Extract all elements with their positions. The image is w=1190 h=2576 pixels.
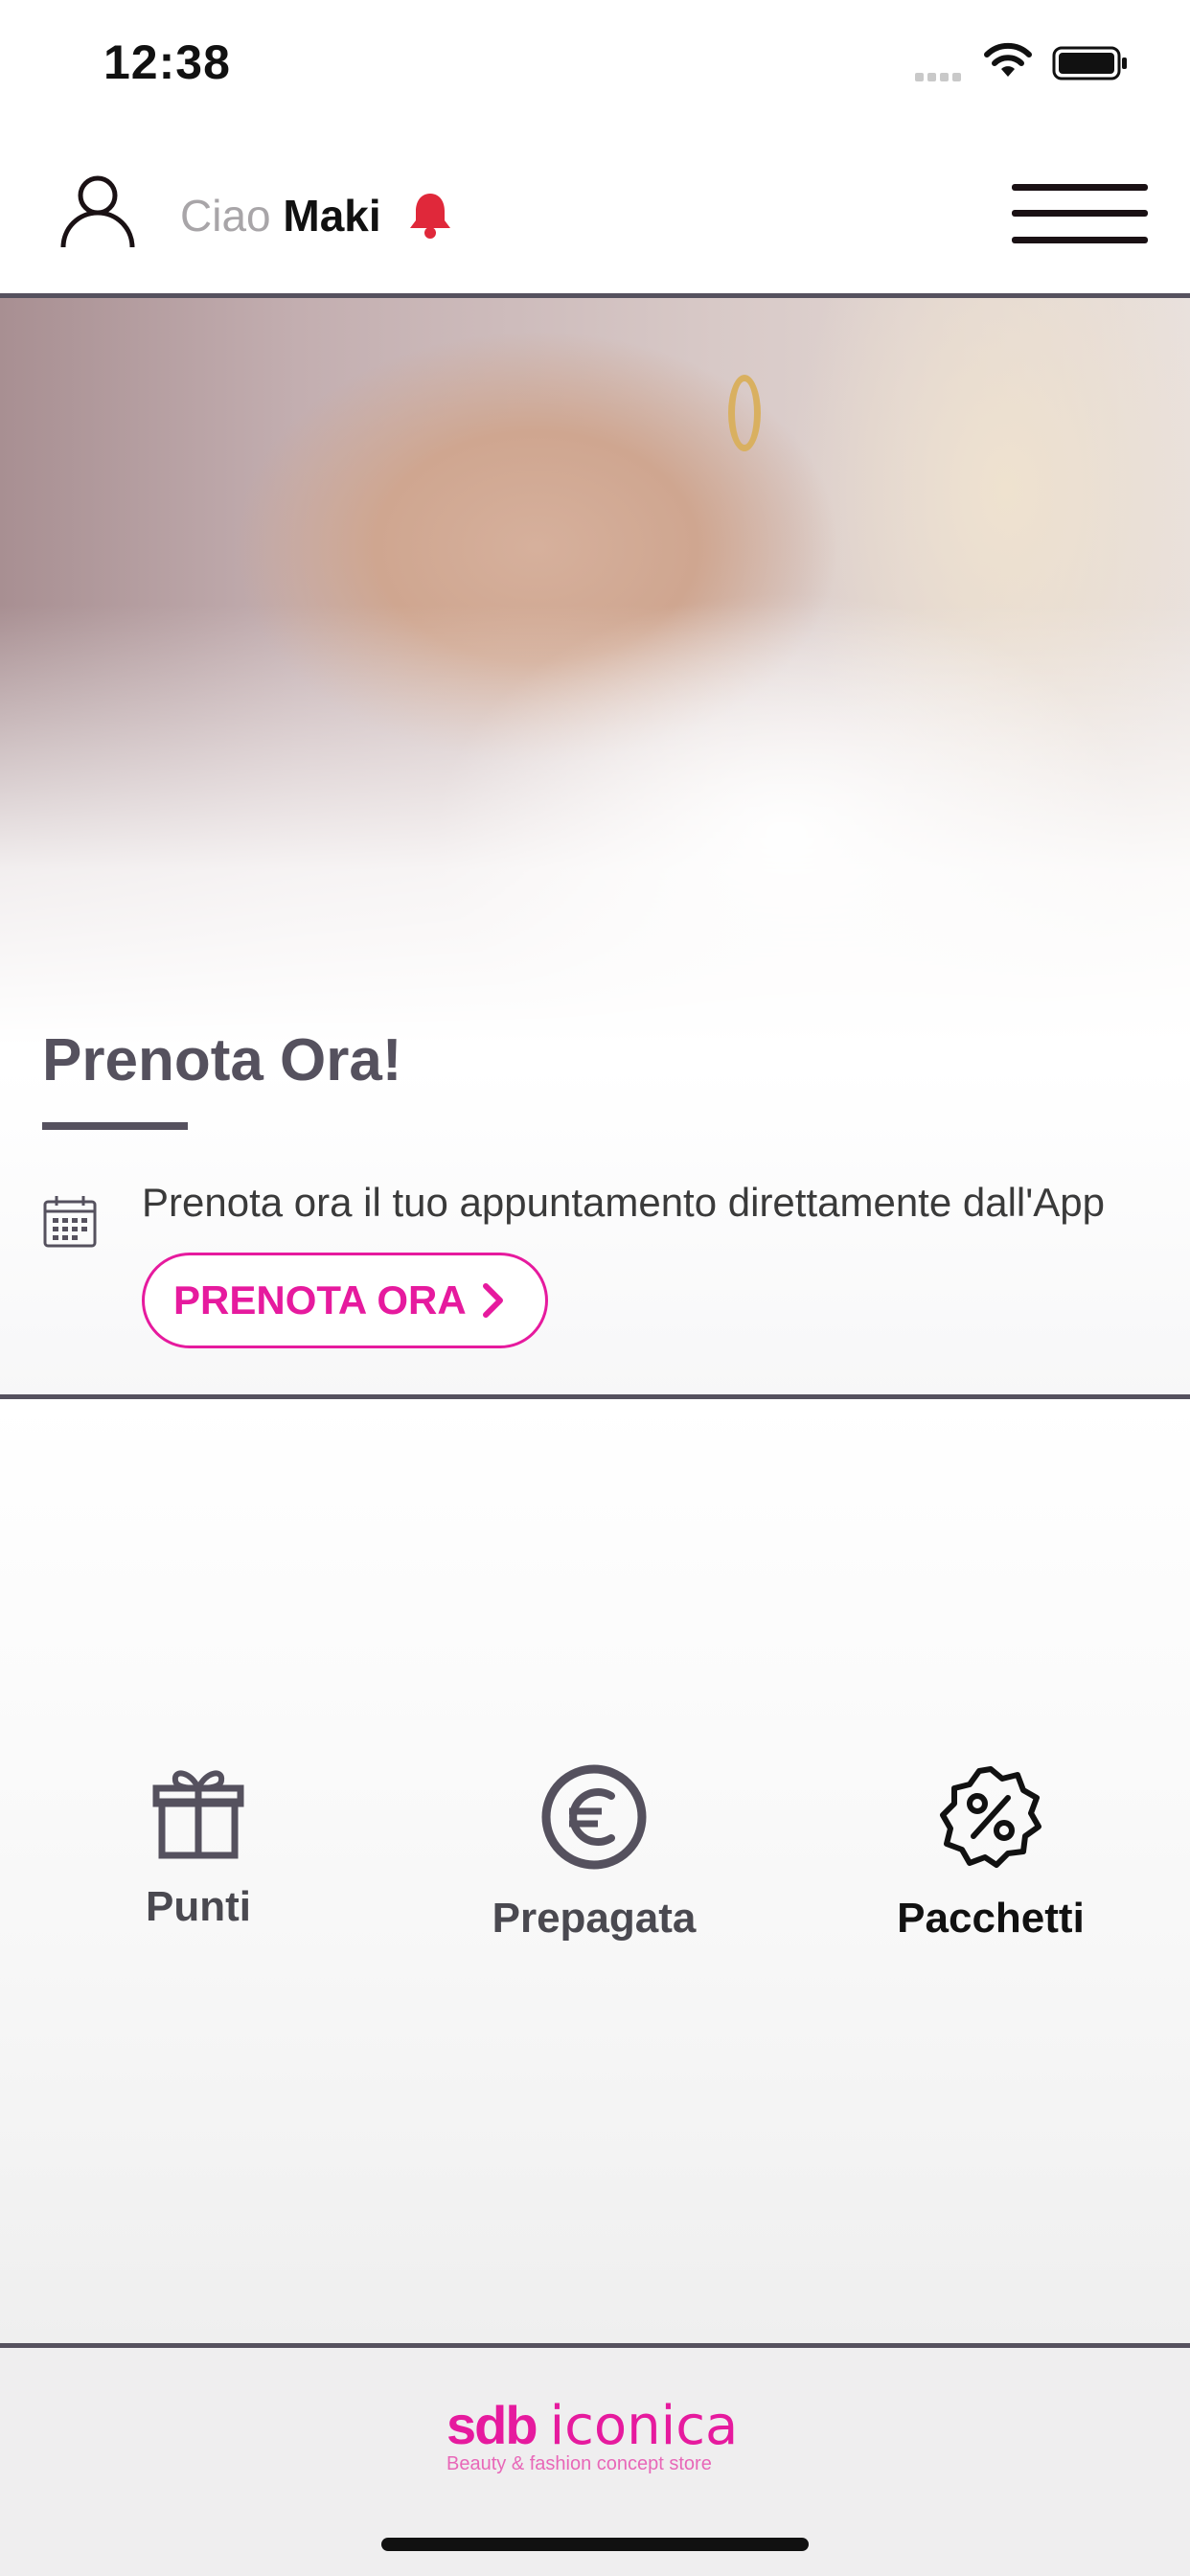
user-profile-icon[interactable] bbox=[59, 172, 136, 249]
booking-section: Prenota Ora! Prenota ora il tuo appuntam… bbox=[0, 298, 1190, 1396]
status-bar: 12:38 bbox=[0, 0, 1190, 134]
packages-label: Pacchetti bbox=[897, 1895, 1085, 1942]
brand-name: iconica bbox=[549, 2395, 739, 2457]
app-header: Ciao Maki bbox=[0, 134, 1190, 295]
points-tile[interactable]: Punti bbox=[55, 1763, 342, 1931]
brand-logo: sdb iconica Beauty & fashion concept sto… bbox=[446, 2394, 738, 2475]
packages-tile[interactable]: Pacchetti bbox=[847, 1763, 1134, 1943]
greeting-text: Ciao bbox=[180, 191, 271, 241]
prepaid-label: Prepagata bbox=[492, 1895, 697, 1942]
book-now-button[interactable]: PRENOTA ORA bbox=[142, 1253, 548, 1348]
discount-badge-icon bbox=[940, 1766, 1041, 1868]
wallet-section: Punti Prepagata Pacchetti bbox=[0, 1399, 1190, 2343]
brand-mark: sdb bbox=[446, 2395, 538, 2455]
calendar-icon bbox=[43, 1196, 97, 1248]
prepaid-tile[interactable]: Prepagata bbox=[450, 1763, 738, 1943]
notification-bell-icon[interactable] bbox=[406, 190, 454, 240]
earring-detail bbox=[728, 375, 761, 451]
booking-title: Prenota Ora! bbox=[42, 1027, 402, 1093]
gift-icon bbox=[152, 1770, 244, 1859]
booking-description: Prenota ora il tuo appuntamento direttam… bbox=[142, 1180, 1106, 1225]
euro-icon bbox=[541, 1764, 647, 1870]
menu-line bbox=[1012, 184, 1148, 191]
greeting: Ciao Maki bbox=[180, 190, 381, 242]
brand-tagline: Beauty & fashion concept store bbox=[446, 2453, 712, 2474]
battery-icon bbox=[1052, 46, 1127, 80]
hamburger-menu-button[interactable] bbox=[1012, 184, 1148, 243]
user-name: Maki bbox=[283, 191, 381, 241]
chevron-right-icon bbox=[482, 1283, 503, 1318]
hero-photo bbox=[0, 298, 1190, 1046]
cellular-signal-icon bbox=[915, 69, 965, 86]
title-underline bbox=[42, 1122, 188, 1130]
points-label: Punti bbox=[146, 1883, 251, 1930]
book-now-label: PRENOTA ORA bbox=[173, 1277, 467, 1322]
home-indicator[interactable] bbox=[381, 2538, 809, 2551]
menu-line bbox=[1012, 210, 1148, 217]
wifi-icon bbox=[984, 42, 1032, 77]
status-time: 12:38 bbox=[103, 35, 231, 89]
menu-line bbox=[1012, 237, 1148, 243]
